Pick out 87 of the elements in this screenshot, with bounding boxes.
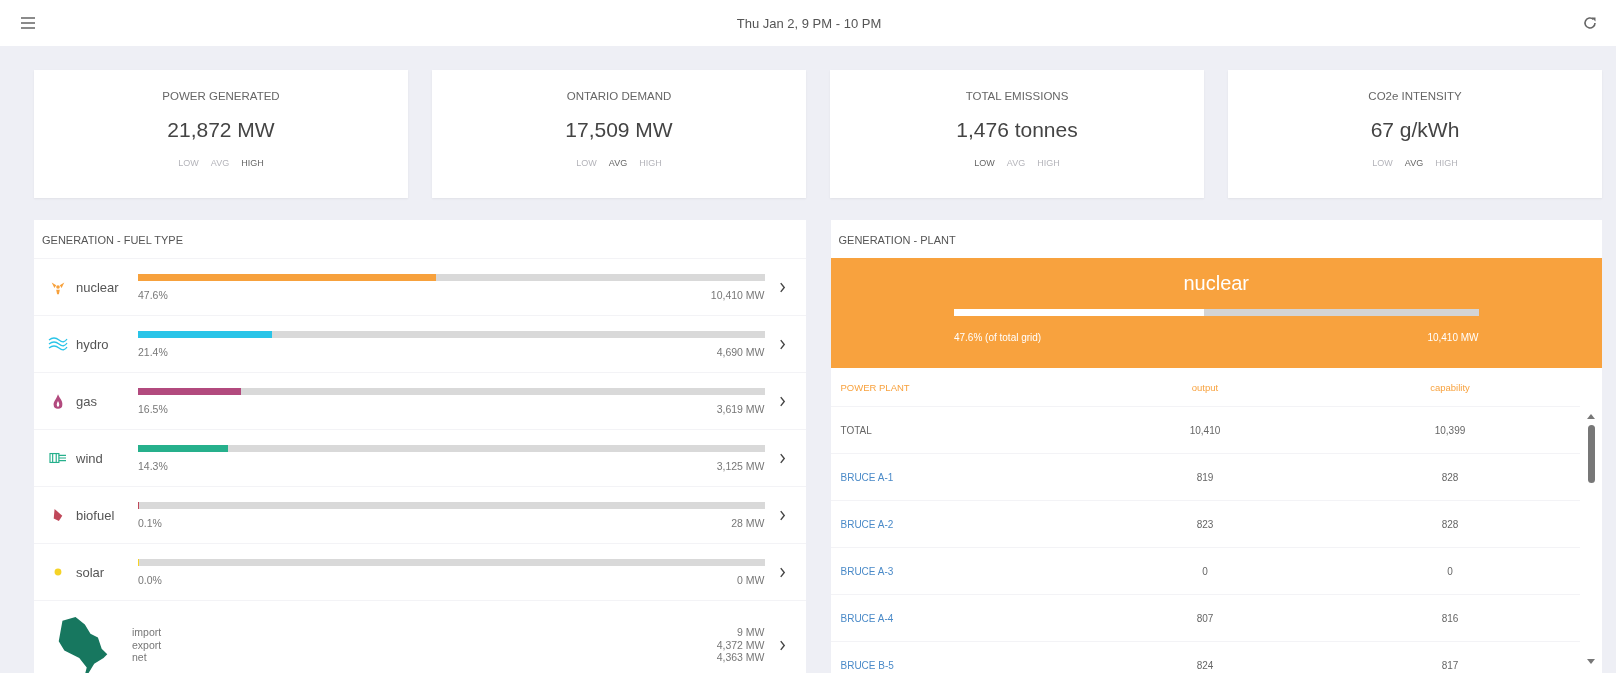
date-range-title: Thu Jan 2, 9 PM - 10 PM xyxy=(736,15,882,31)
plant-link[interactable]: BRUCE A-2 xyxy=(840,518,1090,530)
level-label: LOW xyxy=(974,158,995,168)
fuel-name: solar xyxy=(76,564,106,580)
stat-label: TOTAL EMISSIONS xyxy=(965,90,1069,102)
column-header: output xyxy=(1190,381,1220,393)
trade-value: 4,372 MW xyxy=(716,638,765,652)
chevron-right-icon xyxy=(778,509,786,521)
trade-row[interactable]: import export net 9 MW 4,372 MW 4,363 MW xyxy=(34,600,806,673)
column-header: capability xyxy=(1429,381,1471,393)
percent-text: 16.5% xyxy=(138,402,168,415)
fuel-row[interactable]: biofuel 0.1% 28 MW xyxy=(34,486,806,543)
stat-label: POWER GENERATED xyxy=(162,90,280,102)
output-text: 3,125 MW xyxy=(716,459,765,472)
level-label: AVG xyxy=(1006,158,1026,168)
share-text: 47.6% (of total grid) xyxy=(953,332,1042,343)
stat-label: CO2e INTENSITY xyxy=(1368,90,1462,102)
chevron-right-icon xyxy=(778,452,786,464)
trade-value: 4,363 MW xyxy=(716,651,765,664)
trade-value: 9 MW xyxy=(737,626,765,639)
trade-label: export xyxy=(132,638,162,652)
chevron-right-icon xyxy=(778,338,786,350)
output-text: 10,410 MW xyxy=(1427,332,1479,343)
plant-link[interactable]: BRUCE B-5 xyxy=(840,659,1090,671)
plant-link[interactable]: BRUCE A-4 xyxy=(840,612,1090,624)
table-cell-text: 10,410 xyxy=(1188,424,1222,436)
fuel-name: nuclear xyxy=(76,279,120,295)
table-cell-text: 817 xyxy=(1440,659,1460,671)
level-label: HIGH xyxy=(1037,158,1060,168)
output-text: 4,690 MW xyxy=(716,345,765,358)
level-label: AVG xyxy=(1404,158,1424,168)
table-cell-text: 10,399 xyxy=(1433,424,1467,436)
table-cell-text: 828 xyxy=(1440,471,1460,483)
output-text: 3,619 MW xyxy=(716,402,765,415)
plant-link[interactable]: BRUCE A-3 xyxy=(840,565,1090,577)
panel-title: GENERATION - FUEL TYPE xyxy=(41,233,184,248)
table-cell-text: 823 xyxy=(1195,518,1215,530)
output-text: 28 MW xyxy=(731,516,765,529)
fuel-row[interactable]: hydro 21.4% 4,690 MW xyxy=(34,315,806,372)
percent-text: 47.6% xyxy=(138,288,168,301)
level-label: HIGH xyxy=(241,158,264,168)
stat-value: 21,872 MW xyxy=(167,118,275,142)
fuel-name: gas xyxy=(76,393,98,409)
stat-label: ONTARIO DEMAND xyxy=(566,90,672,102)
chevron-right-icon xyxy=(778,395,786,407)
level-label: HIGH xyxy=(639,158,662,168)
stat-value: 67 g/kWh xyxy=(1370,118,1460,142)
trade-label: net xyxy=(132,651,148,664)
table-cell-text: 816 xyxy=(1440,612,1460,624)
fuel-name: nuclear xyxy=(1183,272,1250,295)
chevron-right-icon xyxy=(778,639,786,651)
plant-link[interactable]: BRUCE A-1 xyxy=(840,471,1090,483)
chevron-right-icon xyxy=(778,566,786,578)
table-cell-text: 819 xyxy=(1195,471,1215,483)
refresh-icon[interactable] xyxy=(1582,15,1598,31)
panel-title: GENERATION - PLANT xyxy=(837,233,957,248)
fuel-name: hydro xyxy=(76,336,110,352)
table-cell-text: 0 xyxy=(1201,565,1209,577)
level-label: LOW xyxy=(178,158,199,168)
level-label: AVG xyxy=(608,158,628,168)
table-cell-text: 824 xyxy=(1195,659,1215,671)
fuel-name: wind xyxy=(76,450,104,466)
percent-text: 14.3% xyxy=(138,459,168,472)
percent-text: 0.1% xyxy=(138,516,162,529)
output-text: 10,410 MW xyxy=(710,288,765,301)
table-cell-text: 807 xyxy=(1195,612,1215,624)
percent-text: 21.4% xyxy=(138,345,168,358)
column-header: POWER PLANT xyxy=(840,381,911,393)
chevron-right-icon xyxy=(778,281,786,293)
level-label: AVG xyxy=(210,158,230,168)
fuel-row[interactable]: solar 0.0% 0 MW xyxy=(34,543,806,600)
stat-value: 1,476 tonnes xyxy=(956,118,1078,142)
fuel-name: biofuel xyxy=(76,507,116,523)
fuel-row[interactable]: nuclear 47.6% 10,410 MW xyxy=(34,258,806,315)
fuel-row[interactable]: wind 14.3% 3,125 MW xyxy=(34,429,806,486)
output-text: 0 MW xyxy=(737,573,765,586)
level-label: LOW xyxy=(576,158,597,168)
table-cell-text: 0 xyxy=(1446,565,1454,577)
table-cell-text: 828 xyxy=(1440,518,1460,530)
trade-label: import xyxy=(132,626,162,639)
menu-icon[interactable] xyxy=(20,16,36,30)
percent-text: 0.0% xyxy=(138,573,162,586)
level-label: LOW xyxy=(1372,158,1393,168)
fuel-row[interactable]: gas 16.5% 3,619 MW xyxy=(34,372,806,429)
table-cell-text: TOTAL xyxy=(840,424,873,436)
level-label: HIGH xyxy=(1435,158,1458,168)
stat-value: 17,509 MW xyxy=(565,118,673,142)
